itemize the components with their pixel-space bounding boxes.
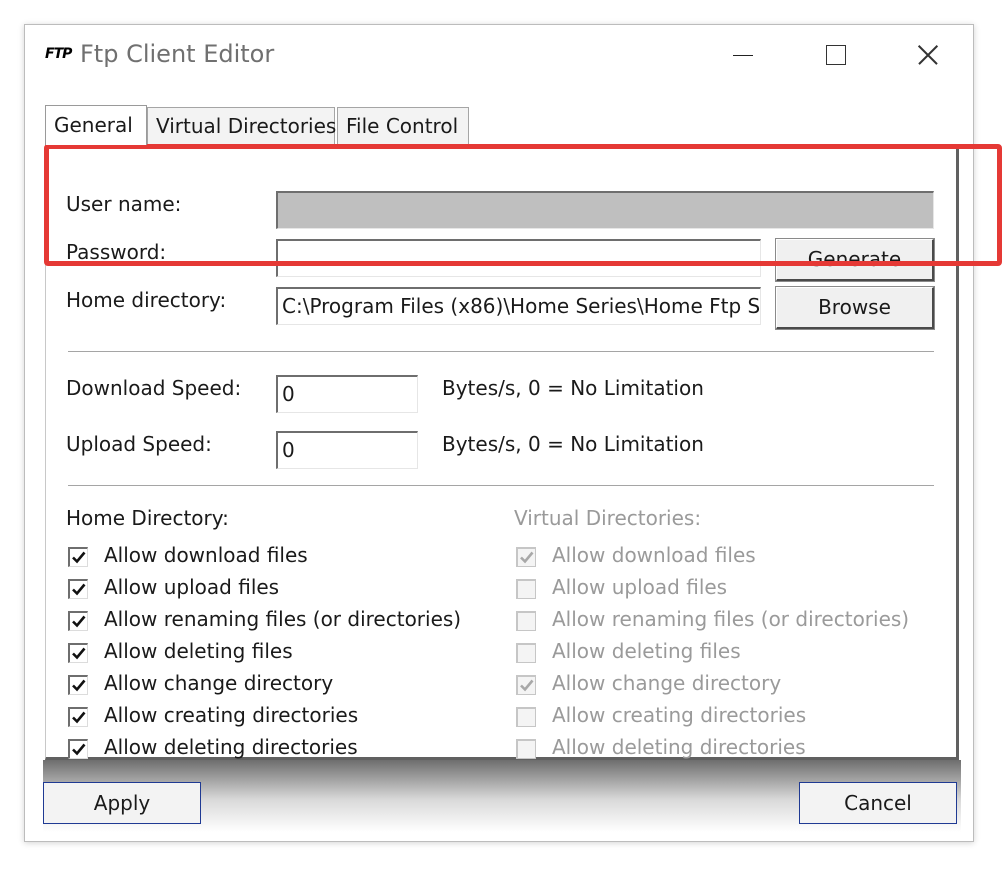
download-speed-input[interactable]: 0	[276, 375, 418, 413]
permission-checkbox	[516, 611, 536, 631]
window-title: Ftp Client Editor	[80, 40, 275, 68]
permission-checkbox[interactable]	[68, 579, 88, 599]
permission-label: Allow deleting files	[104, 639, 293, 663]
permission-checkbox	[516, 707, 536, 727]
download-speed-label: Download Speed:	[66, 376, 242, 400]
permission-label: Allow deleting directories	[104, 735, 358, 759]
maximize-icon[interactable]	[817, 39, 857, 71]
check-icon	[72, 615, 86, 628]
permission-checkbox[interactable]	[68, 675, 88, 695]
permission-label: Allow change directory	[552, 671, 782, 695]
cancel-button[interactable]: Cancel	[799, 782, 957, 824]
virtual-directories-permissions-heading: Virtual Directories:	[514, 506, 702, 530]
permission-checkbox	[516, 643, 536, 663]
check-icon	[72, 711, 86, 724]
permission-label: Allow creating directories	[104, 703, 359, 727]
permission-label: Allow download files	[552, 543, 756, 567]
tab-file-control[interactable]: File Control	[337, 107, 469, 145]
permission-label: Allow deleting files	[552, 639, 741, 663]
check-icon	[520, 679, 534, 692]
permission-label: Allow upload files	[104, 575, 280, 599]
permission-checkbox[interactable]	[68, 611, 88, 631]
permission-checkbox[interactable]	[68, 643, 88, 663]
check-icon	[72, 743, 86, 756]
permission-checkbox[interactable]	[68, 547, 88, 567]
minimize-icon[interactable]	[723, 39, 763, 71]
permission-label: Allow change directory	[104, 671, 334, 695]
ftp-app-icon: FTP	[45, 46, 72, 62]
permission-label: Allow upload files	[552, 575, 728, 599]
check-icon	[72, 551, 86, 564]
tab-general[interactable]: General	[45, 105, 147, 145]
check-icon	[520, 551, 534, 564]
apply-button[interactable]: Apply	[43, 782, 201, 824]
permission-checkbox	[516, 739, 536, 759]
home-directory-label: Home directory:	[66, 288, 227, 312]
check-icon	[72, 679, 86, 692]
upload-speed-label: Upload Speed:	[66, 432, 212, 456]
download-speed-hint: Bytes/s, 0 = No Limitation	[442, 376, 704, 400]
upload-speed-input[interactable]: 0	[276, 431, 418, 469]
permission-checkbox	[516, 675, 536, 695]
browse-button[interactable]: Browse	[775, 286, 935, 330]
permission-checkbox[interactable]	[68, 707, 88, 727]
close-icon[interactable]	[909, 39, 949, 71]
permission-checkbox	[516, 579, 536, 599]
permission-label: Allow deleting directories	[552, 735, 806, 759]
highlight-box	[44, 144, 1002, 266]
check-icon	[72, 583, 86, 596]
home-directory-field[interactable]: C:\Program Files (x86)\Home Series\Home …	[276, 287, 761, 325]
home-directory-permissions-heading: Home Directory:	[66, 506, 229, 530]
check-icon	[72, 647, 86, 660]
upload-speed-hint: Bytes/s, 0 = No Limitation	[442, 432, 704, 456]
title-bar[interactable]: FTP Ftp Client Editor	[25, 25, 973, 87]
permission-label: Allow creating directories	[552, 703, 807, 727]
divider	[68, 351, 934, 353]
permission-checkbox[interactable]	[68, 739, 88, 759]
permission-label: Allow renaming files (or directories)	[552, 607, 910, 631]
permission-label: Allow renaming files (or directories)	[104, 607, 462, 631]
tab-virtual-directories[interactable]: Virtual Directories	[147, 107, 336, 145]
permission-label: Allow download files	[104, 543, 308, 567]
divider	[68, 485, 934, 487]
permission-checkbox	[516, 547, 536, 567]
